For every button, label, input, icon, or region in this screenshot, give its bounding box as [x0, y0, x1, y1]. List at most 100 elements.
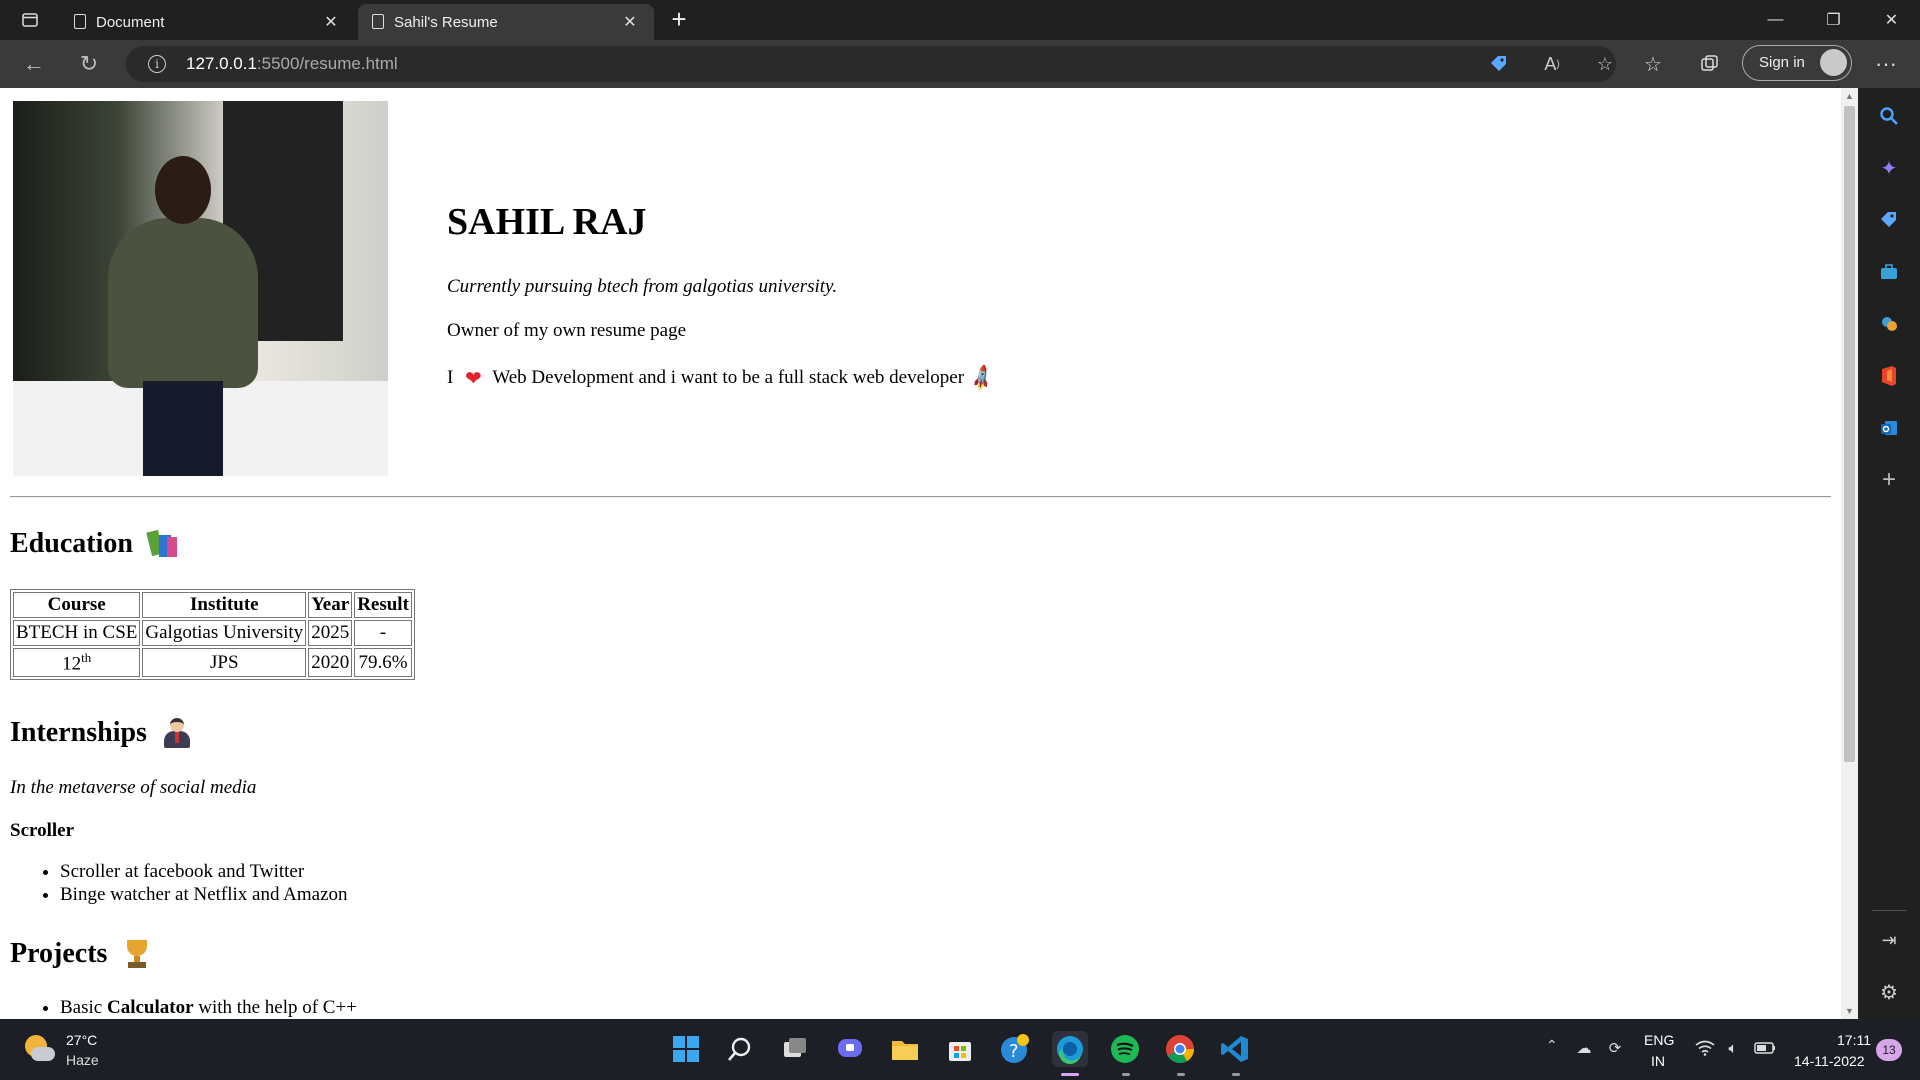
running-indicator — [1177, 1073, 1185, 1076]
address-bar[interactable]: i 127.0.0.1:5500/resume.html A) ☆ — [126, 46, 1616, 82]
chrome-icon[interactable] — [1162, 1031, 1198, 1067]
search-icon[interactable] — [1875, 102, 1903, 130]
shopping-tag-icon[interactable] — [1875, 206, 1903, 234]
list-item: Scroller at facebook and Twitter — [60, 860, 348, 883]
projects-list: Basic Calculator with the help of C++ — [10, 996, 357, 1019]
divider — [1872, 910, 1906, 911]
task-view-icon[interactable] — [777, 1031, 813, 1067]
sign-in-button[interactable]: Sign in — [1742, 45, 1852, 81]
site-info-icon[interactable]: i — [148, 55, 166, 73]
vscode-icon[interactable] — [1217, 1031, 1253, 1067]
url-text: 127.0.0.1:5500/resume.html — [186, 54, 398, 73]
divider — [10, 496, 1831, 498]
spotify-icon[interactable] — [1107, 1031, 1143, 1067]
svg-text:?: ? — [1009, 1041, 1019, 1062]
document-icon — [74, 14, 86, 29]
books-icon — [146, 529, 181, 559]
file-explorer-icon[interactable] — [887, 1031, 923, 1067]
table-row: 12th JPS 2020 79.6% — [13, 648, 412, 678]
running-indicator — [1232, 1073, 1240, 1076]
sidebar-settings-gear-icon[interactable]: ⚙ — [1875, 978, 1903, 1006]
notification-count-badge[interactable]: 13 — [1876, 1039, 1902, 1061]
sync-icon[interactable]: ⟳ — [1604, 1037, 1626, 1059]
tab-title: Document — [96, 13, 165, 31]
table-row: BTECH in CSE Galgotias University 2025 - — [13, 620, 412, 646]
page-scrollbar[interactable]: ▲ ▼ — [1841, 88, 1858, 1019]
add-favorite-icon[interactable]: ☆ — [1590, 52, 1620, 76]
list-item: Basic Calculator with the help of C++ — [60, 996, 357, 1019]
close-tab-icon[interactable]: ✕ — [618, 10, 642, 34]
new-tab-button[interactable]: + — [664, 4, 694, 34]
outlook-icon[interactable] — [1875, 414, 1903, 442]
more-options-icon[interactable]: ··· — [1868, 48, 1904, 80]
input-region[interactable]: IN — [1651, 1053, 1665, 1069]
edge-browser-icon[interactable] — [1052, 1031, 1088, 1067]
owner-line: Owner of my own resume page — [447, 320, 687, 341]
scroll-up-icon[interactable]: ▲ — [1841, 88, 1858, 104]
browser-tab-strip: Document ✕ Sahil's Resume ✕ + — ❐ ✕ — [0, 0, 1920, 40]
profile-avatar-icon — [1820, 49, 1847, 76]
windows-start-icon[interactable] — [668, 1031, 704, 1067]
tab-sahils-resume[interactable]: Sahil's Resume ✕ — [358, 4, 654, 40]
internship-role: Scroller — [10, 820, 75, 841]
tools-briefcase-icon[interactable] — [1875, 258, 1903, 286]
office-worker-icon — [161, 718, 195, 748]
read-aloud-icon[interactable]: A) — [1537, 52, 1567, 76]
document-icon — [372, 14, 384, 29]
education-heading: Education — [10, 528, 181, 560]
back-button[interactable]: ← — [17, 48, 51, 80]
add-sidebar-app-icon[interactable]: + — [1875, 466, 1903, 494]
running-indicator — [1122, 1073, 1130, 1076]
education-table: Course Institute Year Result BTECH in CS… — [10, 589, 415, 681]
internship-duties-list: Scroller at facebook and Twitter Binge w… — [10, 860, 348, 906]
tab-actions-icon[interactable] — [14, 6, 46, 34]
minimize-button[interactable]: — — [1748, 0, 1803, 40]
scroll-down-icon[interactable]: ▼ — [1841, 1003, 1858, 1019]
volume-icon[interactable]: 🔈︎ — [1722, 1037, 1744, 1059]
show-hidden-icons-icon[interactable]: ⌃ — [1546, 1037, 1558, 1054]
internship-intro: In the metaverse of social media — [10, 777, 257, 798]
office-icon[interactable] — [1875, 362, 1903, 390]
heart-icon: ❤ — [464, 366, 482, 390]
copilot-sparkle-icon[interactable]: ✦ — [1875, 154, 1903, 182]
internships-heading: Internships — [10, 717, 195, 749]
windows-taskbar: 27°C Haze ? ⌃ ☁ ⟳ ENG IN 🔈︎ 17:11 14-11-… — [0, 1019, 1920, 1080]
projects-heading: Projects — [10, 938, 155, 970]
weather-haze-icon[interactable] — [25, 1035, 55, 1065]
table-header-row: Course Institute Year Result — [13, 592, 412, 618]
trophy-icon — [121, 939, 155, 969]
tagline: Currently pursuing btech from galgotias … — [447, 276, 838, 297]
page-title: SAHIL RAJ — [447, 201, 647, 243]
microsoft-store-icon[interactable] — [942, 1031, 978, 1067]
hide-sidebar-icon[interactable]: ⇥ — [1875, 926, 1903, 954]
restore-button[interactable]: ❐ — [1806, 0, 1861, 40]
coupon-tag-icon[interactable] — [1484, 52, 1514, 76]
interest-line: I ❤ Web Development and i want to be a f… — [447, 363, 998, 394]
refresh-button[interactable]: ↻ — [72, 48, 106, 80]
help-icon[interactable]: ? — [997, 1031, 1033, 1067]
search-icon[interactable] — [722, 1031, 758, 1067]
clock-date[interactable]: 14-11-2022 — [1794, 1053, 1865, 1069]
tab-title: Sahil's Resume — [394, 13, 498, 31]
weather-temperature[interactable]: 27°C — [66, 1032, 97, 1048]
clock-time[interactable]: 17:11 — [1837, 1032, 1871, 1048]
tab-document[interactable]: Document ✕ — [60, 4, 355, 40]
favorites-icon[interactable]: ☆ — [1638, 50, 1668, 78]
close-window-button[interactable]: ✕ — [1864, 0, 1919, 40]
scroll-thumb[interactable] — [1844, 106, 1855, 762]
games-icon[interactable] — [1875, 310, 1903, 338]
active-app-indicator — [1061, 1073, 1079, 1076]
weather-condition[interactable]: Haze — [66, 1052, 99, 1068]
input-language[interactable]: ENG — [1644, 1032, 1674, 1048]
browser-toolbar: ← ↻ i 127.0.0.1:5500/resume.html A) ☆ ☆ … — [0, 40, 1920, 88]
close-tab-icon[interactable]: ✕ — [319, 10, 343, 34]
collections-icon[interactable] — [1695, 50, 1725, 78]
edge-sidebar: ✦ + ⇥ ⚙ — [1858, 88, 1920, 1019]
resume-page: SAHIL RAJ Currently pursuing btech from … — [0, 88, 1841, 1019]
rocket-icon: 🚀 — [967, 363, 998, 394]
battery-icon[interactable] — [1754, 1037, 1776, 1059]
onedrive-error-icon[interactable]: ☁ — [1573, 1037, 1595, 1059]
wifi-icon[interactable] — [1694, 1037, 1716, 1059]
teams-chat-icon[interactable] — [832, 1031, 868, 1067]
profile-photo — [13, 101, 388, 476]
